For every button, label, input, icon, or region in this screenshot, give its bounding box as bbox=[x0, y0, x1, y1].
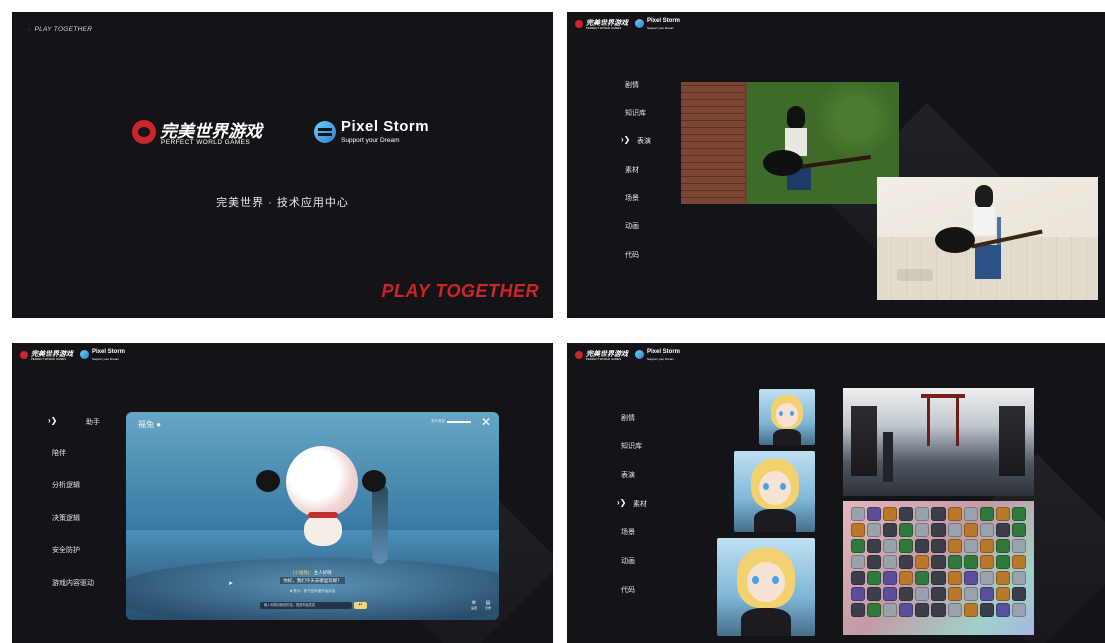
menu-item-analysis-logic[interactable]: 分析逻辑 bbox=[52, 480, 80, 490]
perfect-world-icon bbox=[575, 20, 583, 28]
menu-item-assets[interactable]: ›❯ 素材 bbox=[617, 498, 647, 509]
chevron-right-icon: ›❯ bbox=[48, 416, 58, 425]
pixel-storm-slogan: Support your Dream bbox=[647, 26, 675, 30]
npc-figure bbox=[372, 484, 388, 564]
tagline-top: › PLAY TOGETHER bbox=[28, 26, 93, 33]
menu-item-code[interactable]: 代码 bbox=[625, 250, 639, 260]
slide-performance: 完美世界游戏 PERFECT WORLD GAMES Pixel Storm S… bbox=[567, 12, 1105, 318]
menu-item-story[interactable]: 剧情 bbox=[621, 413, 635, 423]
anime-portrait-large bbox=[717, 538, 815, 636]
close-icon[interactable]: ✕ bbox=[481, 415, 491, 429]
menu-item-scene[interactable]: 场景 bbox=[625, 193, 639, 203]
menu-item-scene[interactable]: 场景 bbox=[621, 527, 635, 537]
menu-item-story[interactable]: 剧情 bbox=[625, 80, 639, 90]
dialogue-hint: ■ 提示：按下回车键开始对话 bbox=[289, 589, 336, 593]
menu-item-security[interactable]: 安全防护 bbox=[52, 545, 80, 555]
perfect-world-en: PERFECT WORLD GAMES bbox=[161, 139, 251, 146]
menu-item-knowledge[interactable]: 知识库 bbox=[625, 108, 646, 118]
pixel-storm-icon bbox=[314, 121, 336, 143]
anime-portrait-small bbox=[759, 389, 815, 445]
perfect-world-en: PERFECT WORLD GAMES bbox=[586, 26, 622, 30]
menu-item-animation[interactable]: 动画 bbox=[625, 221, 639, 231]
volume-label: 音乐音量 bbox=[431, 419, 445, 423]
guitar-photo bbox=[681, 82, 899, 204]
perfect-world-icon bbox=[575, 351, 583, 359]
slide-assistant: 完美世界游戏 PERFECT WORLD GAMES Pixel Storm S… bbox=[12, 343, 553, 643]
volume-slider[interactable] bbox=[447, 421, 471, 423]
dialogue-line-2: 你好，我们今天去哪里玩呢？ bbox=[126, 577, 499, 584]
perfect-world-en: PERFECT WORLD GAMES bbox=[586, 357, 622, 361]
chat-input[interactable]: 输入你想对我说的话，按回车键发送 bbox=[260, 602, 352, 609]
game-screenshot: 福兔 ● 音乐音量 ✕ [小福兔]：主人好呀 你好，我们今天去哪里玩呢？ ■ 提… bbox=[126, 412, 499, 620]
guitar-3d-render bbox=[877, 177, 1098, 300]
perfect-world-en: PERFECT WORLD GAMES bbox=[31, 357, 67, 361]
pet-character bbox=[286, 446, 358, 518]
menu-item-decision-logic[interactable]: 决策逻辑 bbox=[52, 513, 80, 523]
chevron-right-icon: ›❯ bbox=[617, 498, 627, 507]
menu-item-companion[interactable]: 陪伴 bbox=[52, 448, 66, 458]
pixel-storm-name: Pixel Storm bbox=[647, 349, 681, 355]
menu-item-knowledge[interactable]: 知识库 bbox=[621, 441, 642, 451]
slide-title: › PLAY TOGETHER 完美世界游戏 PERFECT WORLD GAME… bbox=[12, 12, 553, 318]
menu-item-assets[interactable]: 素材 bbox=[625, 165, 639, 175]
pixel-storm-icon bbox=[635, 19, 644, 28]
shrine-scene bbox=[843, 388, 1034, 496]
perfect-world-icon bbox=[132, 120, 156, 144]
menu-item-code[interactable]: 代码 bbox=[621, 585, 635, 595]
pixel-storm-slogan: Support your Dream bbox=[92, 357, 120, 361]
pixel-storm-slogan: Support your Dream bbox=[647, 357, 675, 361]
chat-log-icon[interactable]: ▤ 记录 bbox=[485, 600, 491, 610]
menu-item-content-driven[interactable]: 游戏内容驱动 bbox=[52, 578, 94, 588]
pixel-storm-slogan: Support your Dream bbox=[341, 137, 400, 144]
anime-portrait-medium bbox=[734, 451, 815, 532]
play-together-tag: PLAY TOGETHER bbox=[381, 281, 539, 301]
menu-item-animation[interactable]: 动画 bbox=[621, 556, 635, 566]
settings-icon[interactable]: ⚙ 设置 bbox=[471, 600, 477, 610]
item-icon-sheet bbox=[843, 501, 1034, 635]
pixel-storm-name: Pixel Storm bbox=[647, 18, 681, 24]
slide-subtitle: 完美世界 · 技术应用中心 bbox=[216, 197, 349, 209]
menu-item-performance[interactable]: ›❯ 表演 bbox=[621, 135, 651, 146]
chevron-right-icon: ›❯ bbox=[621, 135, 631, 144]
menu-item-performance[interactable]: 表演 bbox=[621, 470, 635, 480]
slide-assets: 完美世界游戏 PERFECT WORLD GAMES Pixel Storm S… bbox=[567, 343, 1105, 643]
pixel-storm-icon bbox=[80, 350, 89, 359]
pixel-storm-icon bbox=[635, 350, 644, 359]
pixel-storm-name: Pixel Storm bbox=[92, 349, 126, 355]
dialogue-line-1: [小福兔]：主人好呀 bbox=[293, 570, 332, 575]
menu-item-assistant[interactable]: ›❯ 助手 bbox=[48, 416, 100, 427]
pet-name: 福兔 ● bbox=[138, 420, 162, 429]
cursor-icon: ➤ bbox=[228, 581, 234, 587]
send-button[interactable]: ↵ bbox=[354, 602, 367, 609]
perfect-world-icon bbox=[20, 351, 28, 359]
pixel-storm-name: Pixel Storm bbox=[341, 118, 430, 135]
